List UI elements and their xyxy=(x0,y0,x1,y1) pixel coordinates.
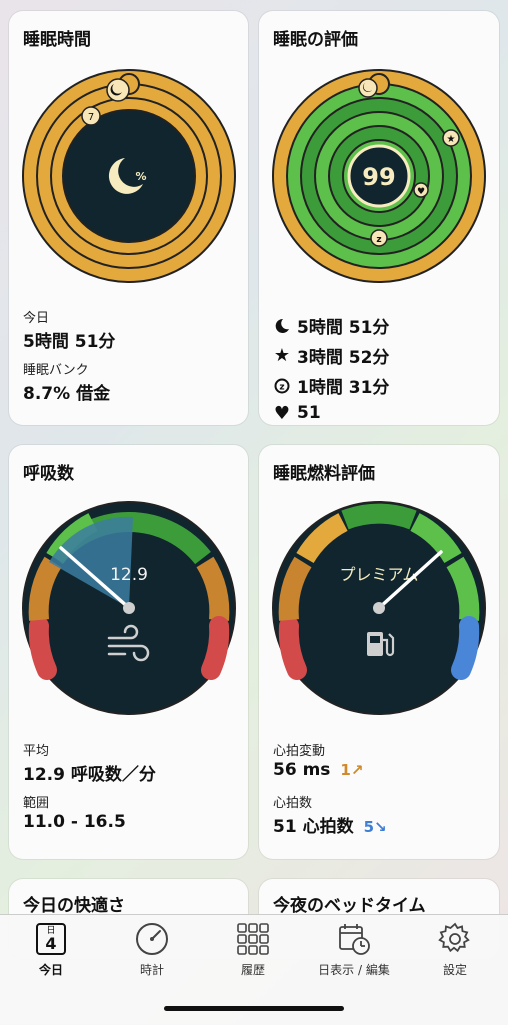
tab-history-label: 履歴 xyxy=(240,963,265,977)
hrv-row: 56 ms 1↗ xyxy=(273,760,363,780)
sleep-bank-value: 8.7% 借金 xyxy=(23,384,111,404)
gear-icon xyxy=(405,921,505,957)
calendar-clock-icon xyxy=(304,921,404,957)
rating-heart-value: 51 xyxy=(297,403,321,423)
svg-text:♥: ♥ xyxy=(417,187,425,197)
tab-day-view[interactable]: 日表示 / 編集 xyxy=(304,921,404,991)
heart-icon: ♥ xyxy=(273,402,291,424)
tab-today-label: 今日 xyxy=(38,963,63,977)
home-indicator[interactable] xyxy=(164,1006,344,1011)
breathing-dial-gauge: 12.9 xyxy=(22,501,236,715)
today-label: 今日 xyxy=(23,311,50,326)
sleep-time-ring-gauge: 7 % xyxy=(22,69,236,283)
rating-row-heart: ♥ 51 xyxy=(273,402,321,424)
sleep-time-card[interactable]: 睡眠時間 7 % 今日 5時間 51分 睡眠バンク 8.7% 借金 xyxy=(9,11,248,425)
hrv-label: 心拍変動 xyxy=(273,744,326,759)
moon-icon xyxy=(273,317,291,335)
hrv-value: 56 ms xyxy=(273,760,331,780)
rating-rem-value: 1時間 31分 xyxy=(297,378,390,398)
sleep-bank-label: 睡眠バンク xyxy=(23,363,89,378)
rating-row-deep: ★ 3時間 52分 xyxy=(273,343,389,368)
sleep-score-value: 99 xyxy=(362,163,395,191)
tab-settings[interactable]: 設定 xyxy=(405,921,505,991)
heart-rate-value: 51 心拍数 xyxy=(273,817,354,837)
breathing-avg-value: 12.9 呼吸数／分 xyxy=(23,765,156,785)
svg-text:z: z xyxy=(376,235,381,245)
sleep-rating-card[interactable]: 睡眠の評価 99 ★ ♥ z 5時間 51分 ★ 3時間 52分 z 1時間 3… xyxy=(259,11,499,425)
svg-text:%: % xyxy=(135,170,146,183)
sleep-time-badge: 7 xyxy=(88,112,94,123)
hrv-trend: 1↗ xyxy=(340,761,364,779)
tab-clock[interactable]: 時計 xyxy=(102,921,202,991)
sleep-time-title: 睡眠時間 xyxy=(23,30,91,50)
tab-today[interactable]: 日 4 今日 xyxy=(1,921,101,991)
today-sleep-value: 5時間 51分 xyxy=(23,332,116,352)
gauge-icon xyxy=(102,921,202,957)
breathing-dial-value: 12.9 xyxy=(110,565,148,585)
tab-day-view-label: 日表示 / 編集 xyxy=(318,963,390,977)
star-icon: ★ xyxy=(273,345,291,366)
calendar-day-number: 4 xyxy=(45,934,57,953)
sleep-fuel-title: 睡眠燃料評価 xyxy=(273,464,375,484)
sleep-fuel-dial-gauge: プレミアム xyxy=(272,501,486,715)
rating-deep-value: 3時間 52分 xyxy=(297,348,390,368)
rating-row-sleep: 5時間 51分 xyxy=(273,313,389,338)
calendar-day-icon: 日 4 xyxy=(1,921,101,957)
sleep-rating-title: 睡眠の評価 xyxy=(273,30,358,50)
z-circle-icon: z xyxy=(273,377,291,395)
sleep-fuel-card[interactable]: 睡眠燃料評価 プレミアム 心拍変動 56 ms 1↗ 心拍数 51 心拍数 5↘ xyxy=(259,445,499,859)
svg-text:z: z xyxy=(279,382,284,392)
heart-rate-label: 心拍数 xyxy=(273,796,313,811)
grid-icon xyxy=(203,921,303,957)
breathing-title: 呼吸数 xyxy=(23,464,74,484)
breathing-range-value: 11.0 - 16.5 xyxy=(23,812,126,832)
heart-rate-row: 51 心拍数 5↘ xyxy=(273,812,387,837)
breathing-avg-label: 平均 xyxy=(23,744,50,759)
sleep-rating-ring-gauge: 99 ★ ♥ z xyxy=(272,69,486,283)
breathing-range-label: 範囲 xyxy=(23,796,50,811)
svg-text:★: ★ xyxy=(447,134,456,145)
tab-settings-label: 設定 xyxy=(442,963,467,977)
tab-history[interactable]: 履歴 xyxy=(203,921,303,991)
comfort-title: 今日の快適さ xyxy=(23,896,125,916)
rating-sleep-value: 5時間 51分 xyxy=(297,318,390,338)
rating-row-rem: z 1時間 31分 xyxy=(273,373,389,398)
bedtime-title: 今夜のベッドタイム xyxy=(273,896,426,916)
tab-clock-label: 時計 xyxy=(139,963,164,977)
breathing-card[interactable]: 呼吸数 12.9 平均 12.9 呼吸数／分 範囲 11.0 - 16.5 xyxy=(9,445,248,859)
heart-rate-trend: 5↘ xyxy=(363,818,387,836)
